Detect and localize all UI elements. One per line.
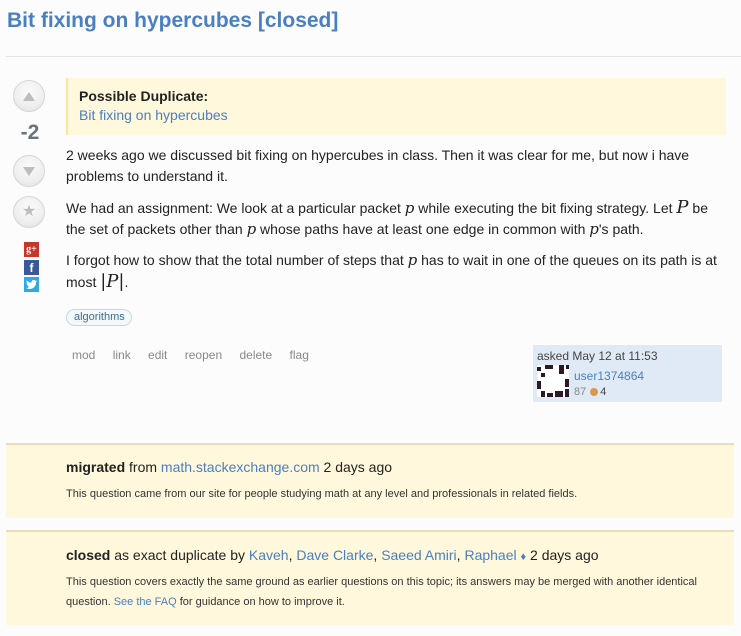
- share-link[interactable]: link: [113, 348, 131, 362]
- math-p: p: [246, 220, 257, 238]
- twitter-bird-icon: [26, 280, 37, 289]
- arrow-down-icon: [23, 166, 35, 176]
- body-paragraph: We had an assignment: We look at a parti…: [66, 197, 726, 240]
- text-fragment: We had an assignment: We look at a parti…: [66, 200, 405, 216]
- closer-link[interactable]: Saeed Amiri: [381, 547, 456, 563]
- favorite-button[interactable]: ★: [13, 196, 45, 228]
- arrow-up-icon: [23, 91, 35, 101]
- migrated-notice: migrated from math.stackexchange.com 2 d…: [6, 443, 734, 518]
- text-fragment: .: [124, 274, 129, 290]
- bronze-badge-icon: [590, 388, 599, 396]
- asked-timestamp: asked May 12 at 11:53: [537, 349, 658, 363]
- body-paragraph: 2 weeks ago we discussed bit fixing on h…: [66, 147, 690, 184]
- text-fragment: 's path.: [598, 221, 644, 237]
- migrated-heading: migrated from math.stackexchange.com 2 d…: [66, 459, 734, 475]
- closed-heading: closed as exact duplicate by Kaveh, Dave…: [66, 547, 599, 563]
- flag-link[interactable]: flag: [290, 348, 309, 362]
- text-fragment: as exact duplicate by: [110, 547, 249, 563]
- math-p: p: [589, 220, 599, 238]
- closer-link[interactable]: Raphael: [464, 547, 516, 563]
- edit-link[interactable]: edit: [148, 348, 167, 362]
- closed-description: This question covers exactly the same gr…: [66, 572, 734, 612]
- math-abs-P: |P|: [100, 271, 125, 292]
- text-fragment: for guidance on how to improve it.: [176, 596, 345, 608]
- text-fragment: I forgot how to show that the total numb…: [66, 252, 408, 268]
- text-fragment: while executing the bit fixing strategy.…: [414, 200, 677, 216]
- reopen-link[interactable]: reopen: [185, 348, 222, 362]
- text-fragment: whose paths have at least one edge in co…: [256, 221, 590, 237]
- source-site-link[interactable]: math.stackexchange.com: [161, 459, 320, 475]
- migrated-time: 2 days ago: [319, 459, 393, 475]
- mod-link[interactable]: mod: [72, 348, 95, 362]
- post-menu: mod link edit reopen delete flag: [72, 348, 323, 362]
- possible-duplicate-notice: Possible Duplicate: Bit fixing on hyperc…: [66, 78, 726, 135]
- reputation-score: 87: [574, 386, 587, 398]
- text-fragment: from: [125, 459, 161, 475]
- closed-keyword: closed: [66, 547, 111, 563]
- title-divider: [6, 56, 741, 57]
- closed-time: 2 days ago: [526, 547, 599, 563]
- math-p: p: [407, 251, 418, 269]
- facebook-share-icon[interactable]: f: [24, 260, 39, 275]
- vote-count: -2: [20, 121, 40, 144]
- bronze-badge-count: 4: [600, 386, 607, 398]
- duplicate-question-link[interactable]: Bit fixing on hypercubes: [79, 107, 726, 123]
- closer-link[interactable]: Kaveh: [249, 547, 289, 563]
- body-paragraph: I forgot how to show that the total numb…: [66, 250, 726, 293]
- closer-link[interactable]: Dave Clarke: [296, 547, 373, 563]
- tag-algorithms[interactable]: algorithms: [66, 309, 132, 326]
- math-P: P: [676, 197, 689, 218]
- question-title[interactable]: Bit fixing on hypercubes [closed]: [7, 9, 338, 33]
- user-stats: 87 4: [574, 386, 606, 398]
- upvote-button[interactable]: [13, 80, 45, 112]
- math-p: p: [404, 199, 415, 217]
- faq-link[interactable]: See the FAQ: [114, 596, 177, 608]
- star-icon: ★: [21, 203, 37, 220]
- delete-link[interactable]: delete: [239, 348, 272, 362]
- avatar[interactable]: [537, 365, 569, 397]
- downvote-button[interactable]: [13, 155, 45, 187]
- migrated-keyword: migrated: [66, 459, 126, 475]
- twitter-share-icon[interactable]: [24, 277, 39, 292]
- duplicate-label: Possible Duplicate:: [79, 88, 209, 104]
- google-plus-share-icon[interactable]: g+: [24, 242, 39, 257]
- migrated-description: This question came from our site for peo…: [66, 488, 578, 500]
- user-name-link[interactable]: user1374864: [574, 369, 644, 383]
- user-signature: asked May 12 at 11:53 user1374864 87 4: [533, 345, 722, 402]
- closed-notice: closed as exact duplicate by Kaveh, Dave…: [6, 530, 734, 625]
- question-body: 2 weeks ago we discussed bit fixing on h…: [66, 145, 726, 303]
